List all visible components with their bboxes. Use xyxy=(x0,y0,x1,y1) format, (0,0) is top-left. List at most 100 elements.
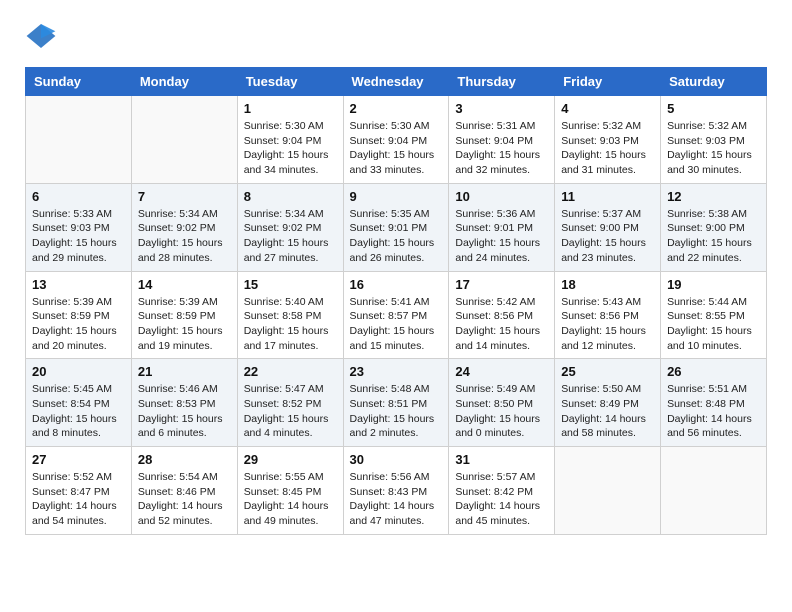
day-cell-30: 30 Sunrise: 5:56 AM Sunset: 8:43 PM Dayli… xyxy=(343,447,449,535)
day-number: 11 xyxy=(561,189,654,204)
day-cell-16: 16 Sunrise: 5:41 AM Sunset: 8:57 PM Dayli… xyxy=(343,271,449,359)
day-number: 12 xyxy=(667,189,760,204)
day-cell-19: 19Sunrise: 5:44 AM Sunset: 8:55 PM Dayli… xyxy=(661,271,767,359)
day-number: 22 xyxy=(244,364,337,379)
day-cell-10: 10 Sunrise: 5:36 AM Sunset: 9:01 PM Dayli… xyxy=(449,183,555,271)
day-cell-11: 11 Sunrise: 5:37 AM Sunset: 9:00 PM Dayli… xyxy=(555,183,661,271)
day-info: Sunrise: 5:34 AM Sunset: 9:02 PM Dayligh… xyxy=(244,207,337,266)
day-cell-15: 15 Sunrise: 5:40 AM Sunset: 8:58 PM Dayli… xyxy=(237,271,343,359)
col-header-tuesday: Tuesday xyxy=(237,68,343,96)
day-number: 30 xyxy=(350,452,443,467)
day-info: Sunrise: 5:50 AM Sunset: 8:49 PM Dayligh… xyxy=(561,382,654,441)
day-info: Sunrise: 5:55 AM Sunset: 8:45 PM Dayligh… xyxy=(244,470,337,529)
day-cell-27: 27 Sunrise: 5:52 AM Sunset: 8:47 PM Dayli… xyxy=(26,447,132,535)
day-number: 18 xyxy=(561,277,654,292)
empty-cell xyxy=(555,447,661,535)
day-info: Sunrise: 5:40 AM Sunset: 8:58 PM Dayligh… xyxy=(244,295,337,354)
day-cell-29: 29 Sunrise: 5:55 AM Sunset: 8:45 PM Dayli… xyxy=(237,447,343,535)
day-number: 25 xyxy=(561,364,654,379)
day-number: 17 xyxy=(455,277,548,292)
week-row-3: 13 Sunrise: 5:39 AM Sunset: 8:59 PM Dayli… xyxy=(26,271,767,359)
day-number: 27 xyxy=(32,452,125,467)
day-number: 5 xyxy=(667,101,760,116)
day-cell-28: 28 Sunrise: 5:54 AM Sunset: 8:46 PM Dayli… xyxy=(131,447,237,535)
day-number: 1 xyxy=(244,101,337,116)
day-info: Sunrise: 5:43 AM Sunset: 8:56 PM Dayligh… xyxy=(561,295,654,354)
day-number: 16 xyxy=(350,277,443,292)
day-info: Sunrise: 5:45 AM Sunset: 8:54 PM Dayligh… xyxy=(32,382,125,441)
day-number: 13 xyxy=(32,277,125,292)
day-info: Sunrise: 5:30 AM Sunset: 9:04 PM Dayligh… xyxy=(350,119,443,178)
week-row-5: 27 Sunrise: 5:52 AM Sunset: 8:47 PM Dayli… xyxy=(26,447,767,535)
day-cell-3: 3Sunrise: 5:31 AM Sunset: 9:04 PM Daylig… xyxy=(449,96,555,184)
day-cell-2: 2Sunrise: 5:30 AM Sunset: 9:04 PM Daylig… xyxy=(343,96,449,184)
week-row-4: 20 Sunrise: 5:45 AM Sunset: 8:54 PM Dayli… xyxy=(26,359,767,447)
day-cell-20: 20 Sunrise: 5:45 AM Sunset: 8:54 PM Dayli… xyxy=(26,359,132,447)
calendar-header-row: SundayMondayTuesdayWednesdayThursdayFrid… xyxy=(26,68,767,96)
week-row-1: 1 Sunrise: 5:30 AM Sunset: 9:04 PM Daylig… xyxy=(26,96,767,184)
day-info: Sunrise: 5:56 AM Sunset: 8:43 PM Dayligh… xyxy=(350,470,443,529)
day-number: 3 xyxy=(455,101,548,116)
day-cell-24: 24 Sunrise: 5:49 AM Sunset: 8:50 PM Dayli… xyxy=(449,359,555,447)
day-number: 28 xyxy=(138,452,231,467)
day-cell-18: 18 Sunrise: 5:43 AM Sunset: 8:56 PM Dayli… xyxy=(555,271,661,359)
day-number: 8 xyxy=(244,189,337,204)
col-header-thursday: Thursday xyxy=(449,68,555,96)
day-info: Sunrise: 5:42 AM Sunset: 8:56 PM Dayligh… xyxy=(455,295,548,354)
day-number: 26 xyxy=(667,364,760,379)
day-number: 6 xyxy=(32,189,125,204)
page-header xyxy=(25,20,767,52)
day-info: Sunrise: 5:38 AM Sunset: 9:00 PM Dayligh… xyxy=(667,207,760,266)
day-cell-26: 26Sunrise: 5:51 AM Sunset: 8:48 PM Dayli… xyxy=(661,359,767,447)
day-cell-14: 14Sunrise: 5:39 AM Sunset: 8:59 PM Dayli… xyxy=(131,271,237,359)
day-info: Sunrise: 5:49 AM Sunset: 8:50 PM Dayligh… xyxy=(455,382,548,441)
day-info: Sunrise: 5:48 AM Sunset: 8:51 PM Dayligh… xyxy=(350,382,443,441)
col-header-sunday: Sunday xyxy=(26,68,132,96)
day-info: Sunrise: 5:57 AM Sunset: 8:42 PM Dayligh… xyxy=(455,470,548,529)
day-number: 31 xyxy=(455,452,548,467)
day-info: Sunrise: 5:34 AM Sunset: 9:02 PM Dayligh… xyxy=(138,207,231,266)
day-number: 29 xyxy=(244,452,337,467)
day-cell-9: 9 Sunrise: 5:35 AM Sunset: 9:01 PM Daylig… xyxy=(343,183,449,271)
day-cell-23: 23Sunrise: 5:48 AM Sunset: 8:51 PM Dayli… xyxy=(343,359,449,447)
day-info: Sunrise: 5:47 AM Sunset: 8:52 PM Dayligh… xyxy=(244,382,337,441)
day-number: 15 xyxy=(244,277,337,292)
empty-cell xyxy=(131,96,237,184)
col-header-wednesday: Wednesday xyxy=(343,68,449,96)
calendar-table: SundayMondayTuesdayWednesdayThursdayFrid… xyxy=(25,67,767,535)
col-header-friday: Friday xyxy=(555,68,661,96)
day-cell-12: 12 Sunrise: 5:38 AM Sunset: 9:00 PM Dayli… xyxy=(661,183,767,271)
day-info: Sunrise: 5:36 AM Sunset: 9:01 PM Dayligh… xyxy=(455,207,548,266)
day-number: 20 xyxy=(32,364,125,379)
day-info: Sunrise: 5:33 AM Sunset: 9:03 PM Dayligh… xyxy=(32,207,125,266)
day-number: 4 xyxy=(561,101,654,116)
day-info: Sunrise: 5:30 AM Sunset: 9:04 PM Dayligh… xyxy=(244,119,337,178)
day-number: 24 xyxy=(455,364,548,379)
day-number: 7 xyxy=(138,189,231,204)
day-info: Sunrise: 5:54 AM Sunset: 8:46 PM Dayligh… xyxy=(138,470,231,529)
day-info: Sunrise: 5:39 AM Sunset: 8:59 PM Dayligh… xyxy=(32,295,125,354)
day-info: Sunrise: 5:41 AM Sunset: 8:57 PM Dayligh… xyxy=(350,295,443,354)
day-info: Sunrise: 5:52 AM Sunset: 8:47 PM Dayligh… xyxy=(32,470,125,529)
day-number: 21 xyxy=(138,364,231,379)
day-info: Sunrise: 5:35 AM Sunset: 9:01 PM Dayligh… xyxy=(350,207,443,266)
day-cell-7: 7 Sunrise: 5:34 AM Sunset: 9:02 PM Daylig… xyxy=(131,183,237,271)
day-cell-31: 31 Sunrise: 5:57 AM Sunset: 8:42 PM Dayli… xyxy=(449,447,555,535)
empty-cell xyxy=(26,96,132,184)
day-cell-17: 17 Sunrise: 5:42 AM Sunset: 8:56 PM Dayli… xyxy=(449,271,555,359)
day-cell-25: 25 Sunrise: 5:50 AM Sunset: 8:49 PM Dayli… xyxy=(555,359,661,447)
day-info: Sunrise: 5:46 AM Sunset: 8:53 PM Dayligh… xyxy=(138,382,231,441)
col-header-saturday: Saturday xyxy=(661,68,767,96)
day-cell-4: 4 Sunrise: 5:32 AM Sunset: 9:03 PM Daylig… xyxy=(555,96,661,184)
day-info: Sunrise: 5:37 AM Sunset: 9:00 PM Dayligh… xyxy=(561,207,654,266)
day-cell-5: 5Sunrise: 5:32 AM Sunset: 9:03 PM Daylig… xyxy=(661,96,767,184)
day-cell-13: 13 Sunrise: 5:39 AM Sunset: 8:59 PM Dayli… xyxy=(26,271,132,359)
logo xyxy=(25,20,63,52)
day-number: 10 xyxy=(455,189,548,204)
day-info: Sunrise: 5:32 AM Sunset: 9:03 PM Dayligh… xyxy=(561,119,654,178)
day-number: 9 xyxy=(350,189,443,204)
day-cell-6: 6 Sunrise: 5:33 AM Sunset: 9:03 PM Daylig… xyxy=(26,183,132,271)
empty-cell xyxy=(661,447,767,535)
day-cell-21: 21 Sunrise: 5:46 AM Sunset: 8:53 PM Dayli… xyxy=(131,359,237,447)
day-info: Sunrise: 5:39 AM Sunset: 8:59 PM Dayligh… xyxy=(138,295,231,354)
